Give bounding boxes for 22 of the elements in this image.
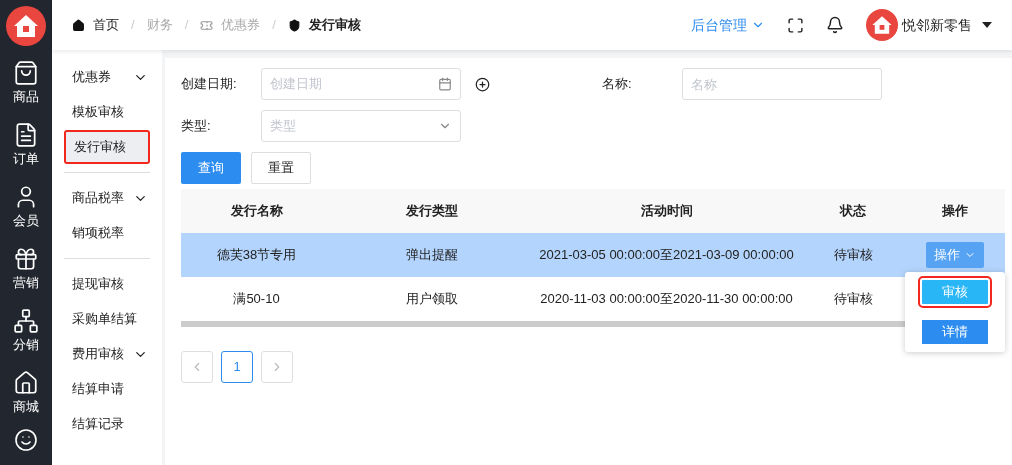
column-header: 发行类型: [405, 202, 459, 221]
breadcrumb-separator: /: [272, 16, 276, 35]
placeholder-text: 类型: [270, 117, 296, 136]
column-header: 发行名称: [229, 202, 284, 221]
table-cell-text: 弹出提醒: [405, 246, 459, 265]
table-cell-text: 待审核: [832, 290, 874, 309]
table-cell-text: 2021-03-05 00:00:00至2021-03-09 00:00:00: [538, 246, 795, 265]
column-header: 状态: [838, 202, 867, 221]
column-header: 活动时间: [639, 202, 694, 221]
field-label: 名称:: [602, 75, 633, 94]
breadcrumb-separator: /: [184, 16, 189, 35]
table-cell-text: 待审核: [832, 246, 874, 265]
table-cell-text: 德芙38节专用: [215, 246, 298, 265]
placeholder-text: 创建日期: [270, 75, 322, 94]
field-label: 创建日期:: [181, 75, 238, 94]
breadcrumb-item: 发行审核: [308, 16, 361, 35]
table-cell-text: 2020-11-03 00:00:00至2020-11-30 00:00:00: [539, 290, 794, 309]
table-cell-text: 用户领取: [405, 290, 459, 309]
breadcrumb-separator: /: [131, 16, 135, 35]
table-cell-text: 满50-10: [232, 290, 281, 309]
column-header: 操作: [941, 202, 969, 221]
field-label: 类型:: [181, 117, 212, 136]
